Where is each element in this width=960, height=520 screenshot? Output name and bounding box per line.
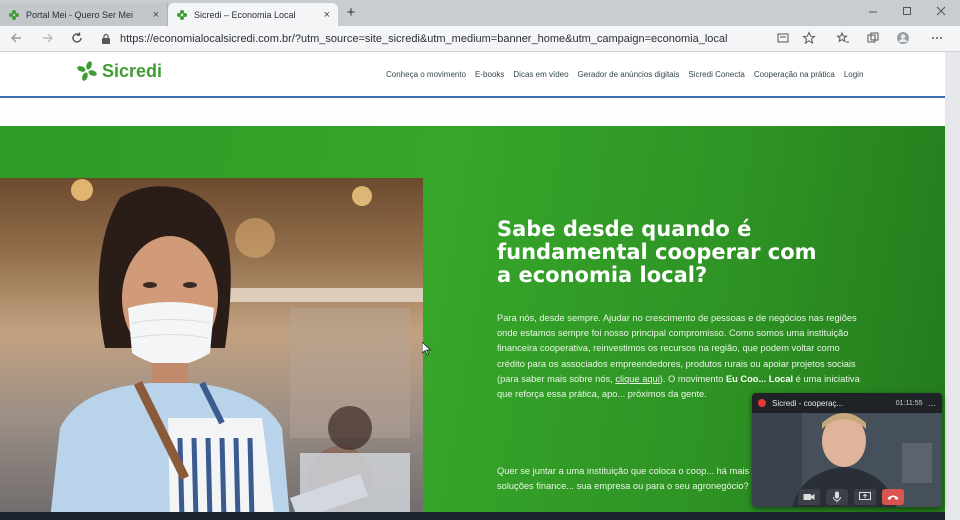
header-spacer [0, 98, 960, 126]
site-nav: Conheça o movimento E-books Dicas em víd… [386, 70, 863, 79]
call-timer: 01:11:55 [895, 399, 923, 407]
hero-body-movement-name: Eu Coo... Local [725, 373, 794, 384]
hang-up-phone-icon [887, 495, 899, 500]
camera-icon [803, 494, 815, 500]
sicredi-logo-icon [77, 61, 97, 81]
hero-body: Para nós, desde sempre. Ajudar no cresci… [497, 311, 869, 402]
hang-up-button[interactable] [882, 489, 904, 505]
favorites-list-icon[interactable] [836, 31, 850, 45]
call-title-bar: Sicredi - cooperaç... 01:11:55 ... [752, 393, 942, 413]
nav-sicredi-conecta[interactable]: Sicredi Conecta [688, 70, 744, 79]
video-call-overlay[interactable]: Sicredi - cooperaç... 01:11:55 ... [752, 393, 942, 507]
nav-login[interactable]: Login [844, 70, 864, 79]
favorite-star-icon[interactable] [802, 31, 816, 45]
hero-title: Sabe desde quando é fundamental cooperar… [497, 217, 817, 287]
collections-icon[interactable] [866, 31, 880, 45]
nav-conheca-o-movimento[interactable]: Conheça o movimento [386, 70, 466, 79]
nav-e-books[interactable]: E-books [475, 70, 504, 79]
woman-with-mask-illustration [50, 179, 423, 520]
reader-view-icon[interactable] [776, 31, 790, 45]
forward-icon[interactable] [40, 31, 54, 45]
profile-avatar-icon[interactable] [896, 31, 910, 45]
nav-dicas-em-video[interactable]: Dicas em vídeo [513, 70, 568, 79]
close-window-icon[interactable] [936, 6, 946, 16]
url-text: https://economialocalsicredi.com.br/?utm… [120, 33, 728, 45]
share-screen-button[interactable] [854, 489, 876, 505]
tab-sicredi-economia-local[interactable]: Sicredi – Economia Local × [168, 3, 338, 26]
refresh-icon[interactable] [70, 31, 84, 45]
microphone-icon [833, 491, 841, 503]
logo-text: Sicredi [102, 60, 163, 81]
tab-label: Sicredi – Economia Local [194, 9, 296, 20]
mouse-cursor-icon [422, 342, 432, 356]
tab-label: Portal Mei - Quero Ser Mei [26, 9, 134, 20]
mic-toggle-button[interactable] [826, 489, 848, 505]
sicredi-logo[interactable]: Sicredi [76, 60, 162, 82]
tab-close-icon[interactable]: × [324, 9, 330, 21]
tab-strip: Portal Mei - Quero Ser Mei × Sicredi – E… [0, 0, 960, 26]
page-scrollbar[interactable] [945, 52, 960, 520]
call-more-button[interactable]: ... [928, 398, 936, 408]
call-title: Sicredi - cooperaç... [772, 398, 844, 408]
maximize-icon[interactable] [902, 6, 912, 16]
sicredi-favicon-icon [177, 9, 187, 20]
clique-aqui-link[interactable]: clique aqui [615, 374, 659, 384]
new-tab-button[interactable]: + [342, 4, 360, 22]
os-taskbar [0, 512, 945, 520]
more-menu-icon[interactable] [930, 31, 944, 45]
hero-body-part-2: ). O movimento [659, 373, 726, 384]
tab-close-icon[interactable]: × [153, 9, 159, 21]
address-bar[interactable]: https://economialocalsicredi.com.br/?utm… [100, 30, 760, 48]
call-video-feed [752, 413, 942, 507]
sicredi-favicon-icon [9, 9, 19, 20]
back-icon[interactable] [10, 31, 24, 45]
nav-cooperacao-na-pratica[interactable]: Cooperação na prática [754, 70, 835, 79]
screen-share-icon [859, 492, 871, 500]
hero-photo [0, 178, 423, 520]
site-header: Sicredi Conheça o movimento E-books Dica… [0, 52, 960, 98]
screen: Portal Mei - Quero Ser Mei × Sicredi – E… [0, 0, 960, 520]
lock-icon [102, 33, 110, 44]
recording-dot-icon [758, 399, 766, 407]
nav-gerador-de-anuncios[interactable]: Gerador de anúncios digitais [578, 70, 680, 79]
minimize-icon[interactable] [868, 6, 878, 16]
tab-portal-mei[interactable]: Portal Mei - Quero Ser Mei × [0, 3, 168, 26]
call-controls [798, 489, 904, 505]
browser-toolbar: https://economialocalsicredi.com.br/?utm… [0, 26, 960, 52]
camera-toggle-button[interactable] [798, 489, 820, 505]
